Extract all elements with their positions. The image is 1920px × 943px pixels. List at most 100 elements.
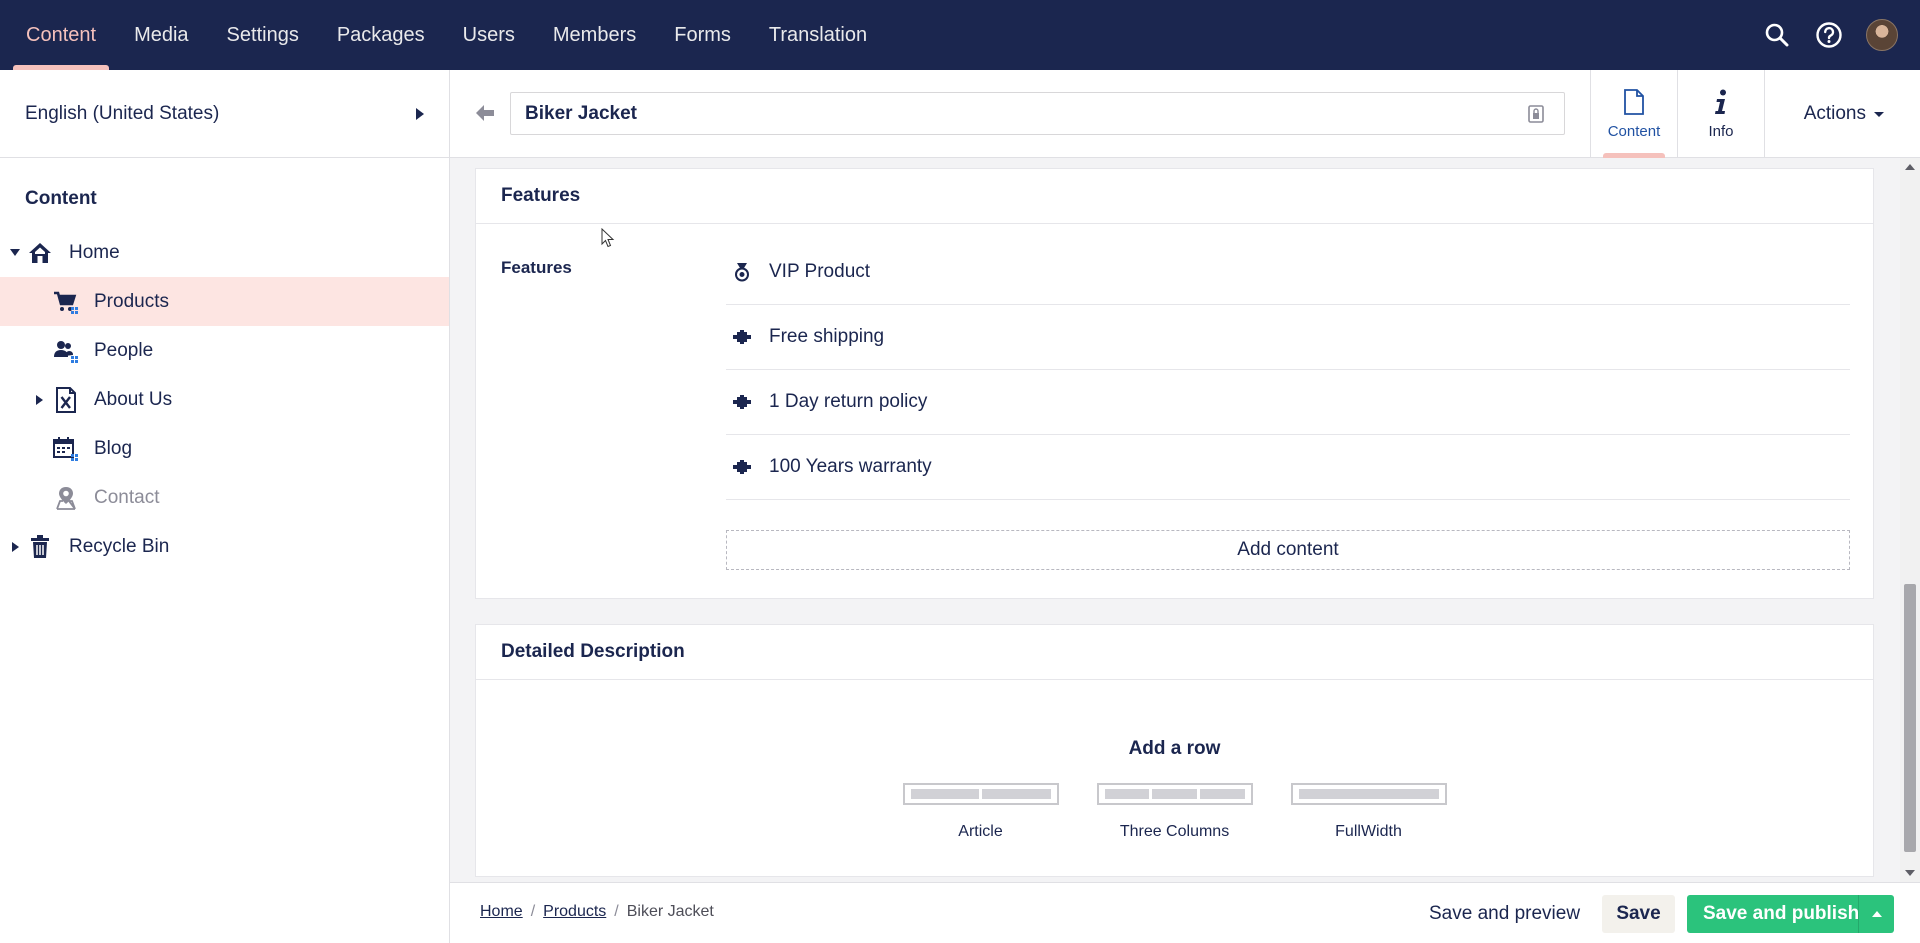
nav-forms[interactable]: Forms — [655, 0, 750, 70]
nav-users[interactable]: Users — [444, 0, 534, 70]
chevron-right-icon — [416, 107, 424, 120]
layout-label: Article — [958, 823, 1003, 840]
detailed-description-panel: Detailed Description Add a row Article T… — [475, 624, 1874, 877]
trash-icon — [26, 533, 54, 561]
nav-translation[interactable]: Translation — [750, 0, 886, 70]
tree-item-label: Blog — [94, 437, 133, 459]
app-label: Info — [1708, 122, 1734, 140]
search-icon[interactable] — [1762, 20, 1792, 50]
layout-preview — [1290, 783, 1447, 805]
nav-content[interactable]: Content — [7, 0, 115, 70]
tree-item-label: Home — [69, 241, 120, 263]
actions-label: Actions — [1803, 103, 1866, 124]
back-arrow-icon[interactable] — [474, 102, 496, 124]
save-and-preview-button[interactable]: Save and preview — [1413, 895, 1596, 933]
breadcrumb-products[interactable]: Products — [543, 903, 606, 921]
tree-item-contact[interactable]: Contact — [0, 473, 449, 522]
app-label: Content — [1607, 122, 1661, 140]
people-icon — [52, 337, 80, 365]
content-apps: Content Info — [1590, 70, 1765, 158]
tree-item-people[interactable]: People — [0, 326, 449, 375]
breadcrumb-home[interactable]: Home — [480, 903, 523, 921]
tree-item-blog[interactable]: Blog — [0, 424, 449, 473]
alias-lock-icon[interactable] — [1528, 105, 1544, 123]
expand-toggle-icon[interactable] — [12, 541, 19, 552]
language-label: English (United States) — [25, 102, 220, 124]
tree-item-label: People — [94, 339, 154, 361]
content-name-input[interactable]: Biker Jacket — [510, 92, 1565, 135]
layout-label: Three Columns — [1119, 823, 1230, 840]
app-info-tab[interactable]: Info — [1678, 70, 1765, 158]
features-panel-title: Features — [476, 169, 1873, 224]
chevron-up-icon — [1871, 911, 1882, 917]
layout-article[interactable]: Article — [902, 783, 1059, 841]
block-item-return-policy[interactable]: 1 Day return policy — [726, 370, 1850, 435]
publish-options-toggle[interactable] — [1858, 895, 1894, 933]
puzzle-icon — [732, 327, 752, 347]
editor-footer: Home / Products / Biker Jacket Save and … — [450, 882, 1920, 943]
cart-icon — [52, 288, 80, 316]
tree-section-title: Content — [25, 188, 97, 209]
scroll-down-icon[interactable] — [1905, 870, 1915, 876]
content-name-value: Biker Jacket — [525, 102, 637, 124]
breadcrumb-separator: / — [530, 903, 536, 920]
breadcrumb-current: Biker Jacket — [626, 903, 714, 920]
vertical-scrollbar[interactable] — [1900, 158, 1920, 882]
block-item-warranty[interactable]: 100 Years warranty — [726, 435, 1850, 500]
content-tree-sidebar: English (United States) Content Home Pro… — [0, 70, 450, 943]
calendar-icon — [52, 435, 80, 463]
mouse-cursor-icon — [601, 227, 615, 248]
nav-media[interactable]: Media — [115, 0, 207, 70]
tree-item-label: Contact — [94, 486, 160, 508]
scroll-up-icon[interactable] — [1905, 164, 1915, 170]
expand-toggle-icon[interactable] — [10, 249, 20, 256]
nav-packages[interactable]: Packages — [318, 0, 444, 70]
scrollbar-thumb[interactable] — [1904, 584, 1916, 852]
expand-toggle-icon[interactable] — [36, 394, 43, 405]
app-content-tab[interactable]: Content — [1591, 70, 1678, 158]
medal-icon — [732, 262, 752, 282]
save-button[interactable]: Save — [1602, 895, 1675, 933]
tree-item-label: About Us — [94, 388, 173, 410]
block-label: VIP Product — [769, 261, 871, 282]
layout-fullwidth[interactable]: FullWidth — [1290, 783, 1447, 841]
layout-three-columns[interactable]: Three Columns — [1096, 783, 1253, 841]
publish-label: Save and publish — [1703, 903, 1860, 924]
breadcrumb-separator: / — [614, 903, 619, 920]
info-icon — [1713, 89, 1729, 119]
block-label: 1 Day return policy — [769, 391, 928, 412]
avatar[interactable] — [1866, 19, 1898, 51]
add-content-button[interactable]: Add content — [726, 530, 1850, 570]
editor-main-area: Features Features VIP Product Free shipp… — [450, 158, 1900, 882]
tree-item-label: Products — [94, 290, 169, 312]
editor-header: Biker Jacket Content Info Actions — [450, 70, 1920, 158]
tree-item-about-us[interactable]: About Us — [0, 375, 449, 424]
map-pin-icon — [52, 484, 80, 512]
layout-preview — [1096, 783, 1253, 805]
tree-item-recycle-bin[interactable]: Recycle Bin — [0, 522, 449, 571]
features-property-label: Features — [501, 258, 572, 277]
block-item-vip-product[interactable]: VIP Product — [726, 240, 1850, 305]
save-and-publish-button[interactable]: Save and publish — [1687, 895, 1894, 933]
tree-item-home[interactable]: Home — [0, 228, 449, 277]
block-label: 100 Years warranty — [769, 456, 932, 477]
actions-dropdown[interactable]: Actions — [1804, 70, 1884, 158]
puzzle-icon — [732, 457, 752, 477]
layout-preview — [902, 783, 1059, 805]
description-panel-title: Detailed Description — [476, 625, 1873, 680]
block-list: VIP Product Free shipping 1 Day return p… — [726, 240, 1850, 500]
layout-label: FullWidth — [1335, 823, 1402, 840]
block-label: Free shipping — [769, 326, 885, 347]
tree-item-products[interactable]: Products — [0, 277, 449, 326]
block-item-free-shipping[interactable]: Free shipping — [726, 305, 1850, 370]
top-navigation-bar: Content Media Settings Packages Users Me… — [0, 0, 1920, 70]
nav-members[interactable]: Members — [534, 0, 655, 70]
puzzle-icon — [732, 392, 752, 412]
language-selector[interactable]: English (United States) — [0, 70, 449, 158]
nav-settings[interactable]: Settings — [208, 0, 318, 70]
help-icon[interactable] — [1814, 20, 1844, 50]
features-panel: Features Features VIP Product Free shipp… — [475, 168, 1874, 599]
section-nav: Content Media Settings Packages Users Me… — [0, 0, 886, 70]
add-row-title: Add a row — [1128, 738, 1221, 759]
chevron-down-icon — [1874, 111, 1884, 117]
